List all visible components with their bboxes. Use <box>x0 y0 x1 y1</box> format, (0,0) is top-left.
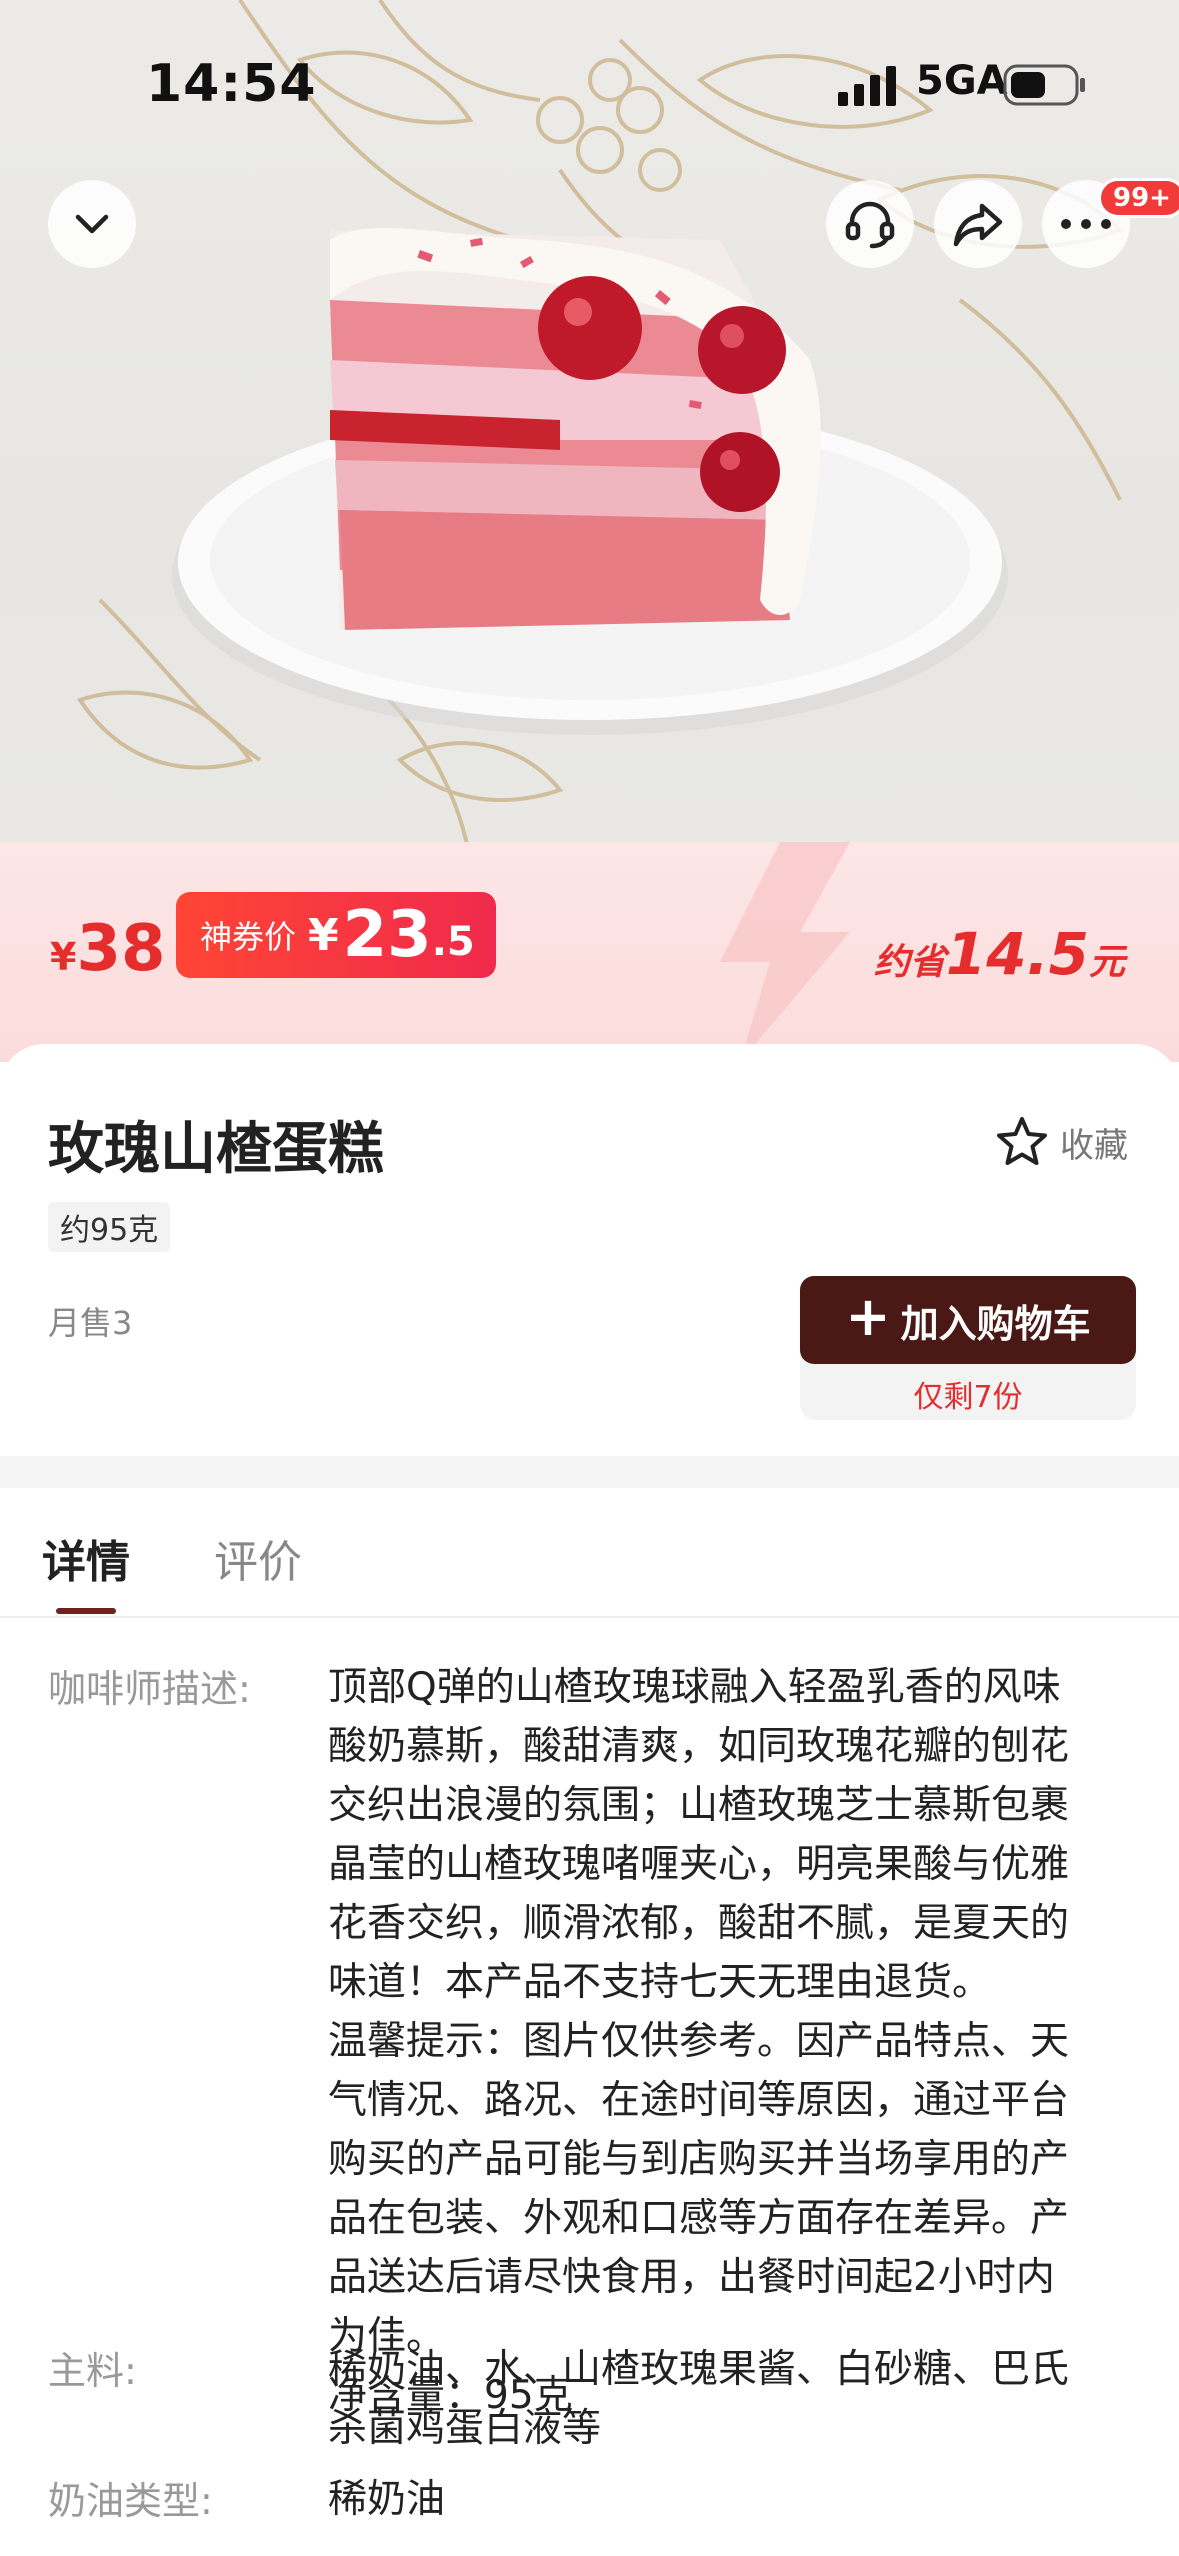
add-to-cart-label: 加入购物车 <box>900 1301 1091 1346</box>
coupon-label: 神券价 <box>200 918 297 956</box>
product-info-card: 玫瑰山楂蛋糕 收藏 约95克 月售3 仅剩7份 + 加入购物车 <box>0 1044 1179 1456</box>
notification-badge: 99+ <box>1098 178 1179 218</box>
customer-service-button[interactable] <box>826 180 914 268</box>
favorite-label: 收藏 <box>1060 1125 1128 1166</box>
saving-unit: 元 <box>1088 942 1125 983</box>
more-icon <box>1061 219 1111 229</box>
detail-tabs: 详情 评价 <box>0 1488 1179 1618</box>
description-label: 咖啡师描述: <box>48 1667 251 1711</box>
coupon-price-integer: 23 <box>342 898 432 972</box>
favorite-button[interactable]: 收藏 <box>994 1114 1128 1170</box>
network-label: 5GA <box>916 58 1008 104</box>
coupon-price-decimal: .5 <box>431 919 475 965</box>
headset-icon <box>845 201 895 249</box>
saving-prefix: 约省 <box>873 942 946 983</box>
saving-amount: 约省14.5元 <box>874 920 1125 988</box>
section-divider <box>0 1456 1179 1488</box>
add-to-cart-button[interactable]: + 加入购物车 <box>800 1276 1136 1364</box>
lightning-decoration-icon <box>720 842 850 1062</box>
price-banner: ¥38 神券价 ¥ 23 .5 约省14.5元 <box>0 842 1179 1062</box>
product-name: 玫瑰山楂蛋糕 <box>48 1117 384 1182</box>
cream-type-value: 稀奶油 <box>328 2477 446 2522</box>
monthly-sales: 月售3 <box>48 1304 133 1342</box>
share-icon <box>953 203 1003 247</box>
battery-icon <box>1003 64 1085 106</box>
product-hero-image: 14:54 5GA 99+ <box>0 0 1179 860</box>
chevron-down-icon <box>75 214 109 234</box>
coupon-currency: ¥ <box>308 909 339 961</box>
original-price-value: 38 <box>76 912 166 986</box>
status-time: 14:54 <box>146 54 317 114</box>
tab-review[interactable]: 评价 <box>214 1526 302 1590</box>
active-tab-indicator <box>56 1608 116 1614</box>
weight-tag: 约95克 <box>48 1202 171 1252</box>
cream-type-label: 奶油类型: <box>48 2479 213 2523</box>
main-ingredients-value: 稀奶油、水、山楂玫瑰果酱、白砂糖、巴氏 杀菌鸡蛋白液等 <box>328 2347 1070 2451</box>
plus-icon: + <box>845 1285 891 1348</box>
stock-remaining: 仅剩7份 <box>913 1380 1023 1415</box>
tab-detail[interactable]: 详情 <box>42 1526 130 1590</box>
star-icon <box>997 1117 1047 1165</box>
original-price: ¥38 <box>50 912 166 986</box>
description-value: 顶部Q弹的山楂玫瑰球融入轻盈乳香的风味 酸奶慕斯，酸甜清爽，如同玫瑰花瓣的刨花 … <box>328 1665 1070 2418</box>
saving-value: 14.5 <box>945 920 1089 988</box>
add-to-cart-area: 仅剩7份 + 加入购物车 <box>800 1276 1136 1420</box>
main-ingredients-label: 主料: <box>48 2349 137 2393</box>
back-button[interactable] <box>48 180 136 268</box>
signal-icon <box>838 66 896 106</box>
original-price-currency: ¥ <box>50 935 77 979</box>
coupon-price-tag: 神券价 ¥ 23 .5 <box>176 892 496 978</box>
status-bar: 14:54 5GA <box>0 0 1179 170</box>
share-button[interactable] <box>934 180 1022 268</box>
